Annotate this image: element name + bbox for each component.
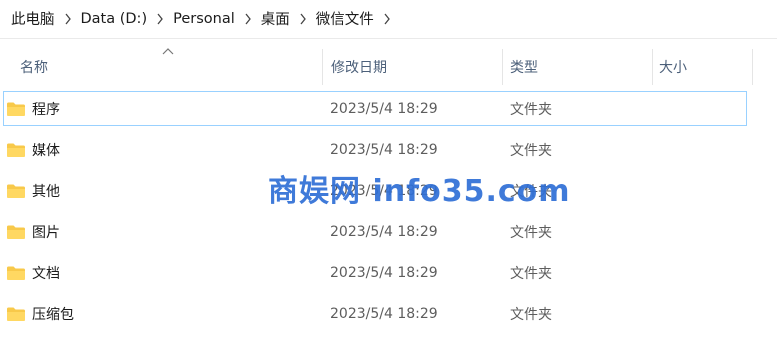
breadcrumb-item-personal[interactable]: Personal xyxy=(173,11,235,27)
file-row[interactable]: 文档 2023/5/4 18:29 文件夹 xyxy=(3,255,747,290)
file-modified-date: 2023/5/4 18:29 xyxy=(330,264,438,281)
breadcrumb-item-wechat-files[interactable]: 微信文件 xyxy=(316,8,374,29)
file-type: 文件夹 xyxy=(510,224,552,241)
file-modified-date: 2023/5/4 18:29 xyxy=(330,182,438,199)
column-header-date[interactable]: 修改日期 xyxy=(323,49,502,85)
column-resize-handle[interactable] xyxy=(752,49,753,85)
file-name: 媒体 xyxy=(32,142,60,159)
file-modified-date: 2023/5/4 18:29 xyxy=(330,223,438,240)
file-modified-date: 2023/5/4 18:29 xyxy=(330,100,438,117)
file-row[interactable]: 压缩包 2023/5/4 18:29 文件夹 xyxy=(3,296,747,331)
folder-icon xyxy=(6,142,26,158)
file-name: 压缩包 xyxy=(32,306,74,323)
file-name: 文档 xyxy=(32,265,60,282)
breadcrumb-item-desktop[interactable]: 桌面 xyxy=(261,8,290,29)
folder-icon xyxy=(6,306,26,322)
column-header-type[interactable]: 类型 xyxy=(503,49,652,85)
folder-icon xyxy=(6,183,26,199)
file-modified-date: 2023/5/4 18:29 xyxy=(330,141,438,158)
file-type: 文件夹 xyxy=(510,183,552,200)
file-row[interactable]: 图片 2023/5/4 18:29 文件夹 xyxy=(3,214,747,249)
chevron-right-icon[interactable] xyxy=(290,11,316,27)
file-type: 文件夹 xyxy=(510,142,552,159)
chevron-right-icon[interactable] xyxy=(235,11,261,27)
file-name: 图片 xyxy=(32,224,60,241)
file-type: 文件夹 xyxy=(510,101,552,118)
file-modified-date: 2023/5/4 18:29 xyxy=(330,305,438,322)
folder-icon xyxy=(6,101,26,117)
file-row[interactable]: 程序 2023/5/4 18:29 文件夹 xyxy=(3,91,747,126)
folder-icon xyxy=(6,265,26,281)
file-row[interactable]: 其他 2023/5/4 18:29 文件夹 xyxy=(3,173,747,208)
column-header-name[interactable]: 名称 xyxy=(0,49,322,85)
folder-icon xyxy=(6,224,26,240)
breadcrumb-item-this-pc[interactable]: 此电脑 xyxy=(11,8,55,29)
chevron-right-icon[interactable] xyxy=(374,11,400,27)
column-header-size[interactable]: 大小 xyxy=(653,49,752,85)
chevron-right-icon[interactable] xyxy=(55,11,81,27)
column-header-row: 名称 修改日期 类型 大小 xyxy=(0,49,777,85)
file-row[interactable]: 媒体 2023/5/4 18:29 文件夹 xyxy=(3,132,747,167)
chevron-right-icon[interactable] xyxy=(147,11,173,27)
divider xyxy=(0,38,777,39)
file-name: 程序 xyxy=(32,101,60,118)
breadcrumb: 此电脑 Data (D:) Personal 桌面 微信文件 xyxy=(0,0,777,37)
file-type: 文件夹 xyxy=(510,306,552,323)
breadcrumb-item-data-drive[interactable]: Data (D:) xyxy=(81,11,148,27)
file-name: 其他 xyxy=(32,183,60,200)
file-type: 文件夹 xyxy=(510,265,552,282)
